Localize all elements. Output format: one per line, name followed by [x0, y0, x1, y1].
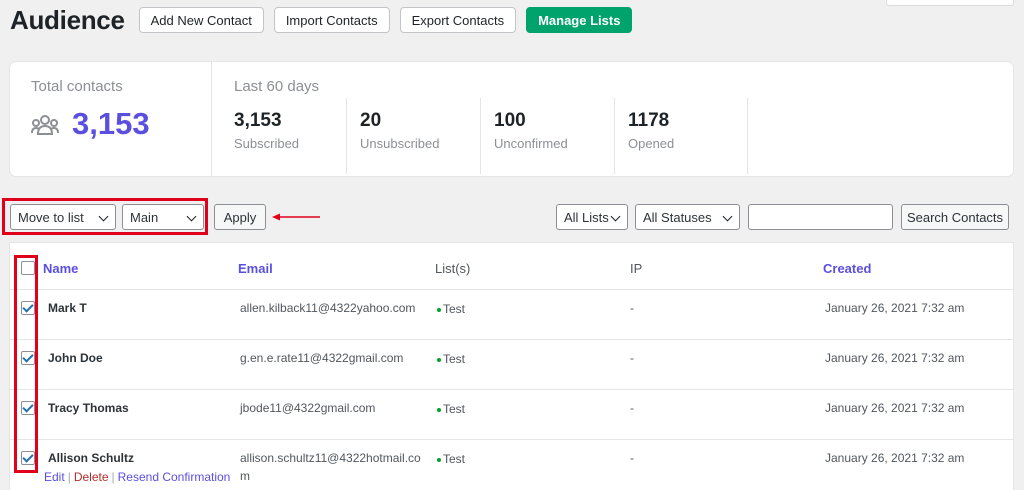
contact-created: January 26, 2021 7:32 am	[825, 401, 965, 415]
email-line: m	[240, 469, 250, 483]
contact-lists: Test	[437, 452, 465, 466]
period-label: Last 60 days	[234, 78, 320, 95]
highlight-box	[2, 198, 208, 235]
status-filter-value: All Statuses	[643, 209, 712, 225]
stat-unsubscribed: 20 Unsubscribed	[346, 98, 480, 174]
status-dot	[437, 307, 441, 312]
page-title: Audience	[10, 4, 125, 35]
contact-name[interactable]: Tracy Thomas	[48, 401, 129, 415]
stat-label: Unconfirmed	[494, 136, 568, 151]
total-contacts-label: Total contacts	[31, 78, 123, 95]
table-row: Allison Schultz Edit | Delete | Resend Confi…	[10, 440, 1013, 490]
manage-lists-button[interactable]: Manage Lists	[526, 7, 633, 33]
status-filter-select[interactable]: All Statuses	[635, 204, 740, 230]
contact-email: allison.schultz11@4322hotmail.co m	[240, 451, 421, 483]
email-line: allison.schultz11@4322hotmail.co	[240, 451, 421, 465]
resend-confirmation-link[interactable]: Resend Confirmation	[118, 470, 231, 484]
table-row: Tracy Thomas jbode11@4322gmail.com Test …	[10, 390, 1013, 440]
stat-label: Unsubscribed	[360, 136, 440, 151]
lists-filter-value: All Lists	[564, 209, 609, 225]
total-contacts-panel: Total contacts 3,153	[10, 62, 212, 176]
contact-email: g.en.e.rate11@4322gmail.com	[240, 351, 404, 365]
stat-unconfirmed: 100 Unconfirmed	[480, 98, 614, 174]
top-right-box	[886, 0, 1014, 6]
contact-email: jbode11@4322gmail.com	[240, 401, 376, 415]
status-dot	[437, 357, 441, 362]
contact-name[interactable]: Mark T	[48, 301, 87, 315]
contact-name[interactable]: Allison Schultz	[48, 451, 134, 465]
contact-ip: -	[630, 401, 634, 415]
add-new-contact-button[interactable]: Add New Contact	[138, 7, 264, 33]
contact-ip: -	[630, 301, 634, 315]
search-contacts-button[interactable]: Search Contacts	[901, 204, 1009, 230]
chevron-down-icon	[610, 211, 621, 222]
table-row: John Doe g.en.e.rate11@4322gmail.com Tes…	[10, 340, 1013, 390]
stat-label: Subscribed	[234, 136, 300, 151]
contact-name[interactable]: John Doe	[48, 351, 103, 365]
column-header-email[interactable]: Email	[238, 261, 273, 276]
column-header-ip: IP	[630, 261, 643, 276]
chevron-down-icon	[722, 211, 733, 222]
status-dot	[437, 457, 441, 462]
total-contacts-value: 3,153	[72, 106, 150, 141]
stat-value: 1178	[628, 110, 670, 131]
list-name: Test	[443, 452, 466, 466]
contact-ip: -	[630, 451, 634, 465]
import-contacts-button[interactable]: Import Contacts	[273, 7, 390, 33]
lists-filter-select[interactable]: All Lists	[556, 204, 628, 230]
column-header-created[interactable]: Created	[823, 261, 871, 276]
contact-created: January 26, 2021 7:32 am	[825, 351, 965, 365]
search-input[interactable]	[748, 204, 893, 230]
contact-created: January 26, 2021 7:32 am	[825, 301, 965, 315]
table-row: Mark T allen.kilback11@4322yahoo.com Tes…	[10, 290, 1013, 340]
separator: |	[111, 470, 115, 484]
contact-lists: Test	[437, 302, 465, 316]
stat-opened: 1178 Opened	[614, 98, 748, 174]
delete-link[interactable]: Delete	[74, 470, 109, 484]
edit-link[interactable]: Edit	[44, 470, 65, 484]
stat-subscribed: 3,153 Subscribed	[234, 98, 346, 174]
arrow-left-icon	[272, 213, 320, 221]
stat-value: 20	[360, 110, 382, 131]
list-name: Test	[443, 402, 466, 416]
list-name: Test	[443, 302, 466, 316]
column-header-name[interactable]: Name	[43, 261, 78, 276]
stat-value: 3,153	[234, 110, 282, 131]
contacts-table: Name Email List(s) IP Created Mark T all…	[10, 243, 1013, 490]
apply-button[interactable]: Apply	[214, 204, 266, 230]
contact-email: allen.kilback11@4322yahoo.com	[240, 301, 416, 315]
stat-value: 100	[494, 110, 526, 131]
list-name: Test	[443, 352, 466, 366]
contact-created: January 26, 2021 7:32 am	[825, 451, 965, 465]
highlight-box	[14, 255, 38, 473]
status-dot	[437, 407, 441, 412]
stats-card: Total contacts 3,153 Last 60 days 3,153 …	[10, 62, 1013, 176]
stat-label: Opened	[628, 136, 675, 151]
contact-ip: -	[630, 351, 634, 365]
row-actions: Edit | Delete | Resend Confirmation	[44, 470, 230, 484]
contact-lists: Test	[437, 402, 465, 416]
users-icon	[31, 115, 59, 135]
page-header: Audience Add New Contact Import Contacts…	[10, 4, 642, 36]
contact-lists: Test	[437, 352, 465, 366]
column-header-lists: List(s)	[435, 261, 471, 276]
separator: |	[67, 470, 71, 484]
export-contacts-button[interactable]: Export Contacts	[399, 7, 517, 33]
